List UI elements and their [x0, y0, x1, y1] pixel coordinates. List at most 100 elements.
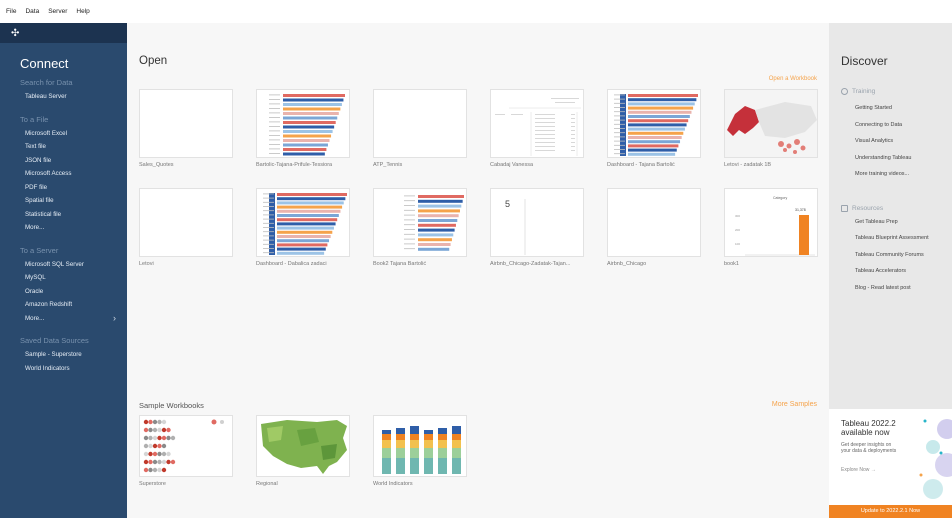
- tableau-logo-icon[interactable]: ✣: [11, 28, 19, 39]
- workbook-thumbnail[interactable]: [607, 89, 701, 158]
- label-mark: [404, 224, 415, 226]
- workbook-card[interactable]: Dashboard - Dabalica zadaci: [256, 188, 350, 267]
- open-workbook-link[interactable]: Open a Workbook: [769, 76, 817, 82]
- workbook-thumbnail[interactable]: [373, 188, 467, 257]
- workbook-thumbnail[interactable]: Category 31,378 300 200 100: [724, 188, 818, 257]
- bar-mark: [418, 228, 455, 232]
- workbook-thumbnail[interactable]: [139, 188, 233, 257]
- label-mark: [404, 200, 415, 202]
- connect-text-file[interactable]: Text file: [25, 140, 127, 154]
- dot-mark: [161, 427, 167, 433]
- workbook-card[interactable]: Bartolic-Tajana-Prifule-Tessiora: [256, 89, 350, 168]
- connect-amazon-redshift[interactable]: Amazon Redshift: [25, 298, 127, 312]
- workbook-card[interactable]: Letovi: [139, 188, 233, 267]
- bar-thumb-tick: 100: [735, 242, 740, 246]
- table-cell-mark: [571, 122, 575, 123]
- bar-mark: [628, 106, 694, 110]
- workbook-card[interactable]: Category 31,378 300 200 100 book1: [724, 188, 818, 267]
- label-mark: [404, 209, 415, 211]
- workbook-thumbnail[interactable]: [490, 89, 584, 158]
- connect-file-more[interactable]: More...: [25, 221, 127, 235]
- workbook-name: Airbnb_Chicago: [607, 261, 647, 267]
- label-mark: [404, 214, 415, 216]
- table-cell-mark: [535, 130, 555, 131]
- connect-statistical-file[interactable]: Statistical file: [25, 208, 127, 222]
- workbook-thumbnail[interactable]: [256, 188, 350, 257]
- sample-thumbnail[interactable]: [373, 415, 467, 477]
- sample-card[interactable]: Regional: [256, 415, 350, 487]
- workbook-card[interactable]: ATP_Tennis: [373, 89, 467, 168]
- promo-explore-link[interactable]: Explore Now →: [841, 467, 876, 473]
- dot-mark: [152, 419, 158, 425]
- connect-spatial-file[interactable]: Spatial file: [25, 194, 127, 208]
- label-mark: [404, 229, 415, 230]
- workbook-card[interactable]: 5 Airbnb_Chicago-Zadatak-Tajan...: [490, 188, 584, 267]
- workbook-card[interactable]: Airbnb_Chicago: [607, 188, 701, 267]
- saved-world-indicators[interactable]: World Indicators: [25, 362, 127, 376]
- workbook-thumbnail[interactable]: [607, 188, 701, 257]
- dot-mark: [161, 459, 167, 465]
- workbook-card[interactable]: Dashboard - Tajana Bartolić: [607, 89, 701, 168]
- label-mark: [614, 153, 625, 155]
- stack-segment-mark: [424, 430, 433, 434]
- workbook-card[interactable]: Cabadaj Vanessa: [490, 89, 584, 168]
- bar-thumb-title: Category: [773, 196, 787, 200]
- resource-community-forums[interactable]: Tableau Community Forums: [855, 247, 952, 264]
- update-now-button[interactable]: Update to 2022.2.1 Now: [829, 505, 952, 518]
- label-mark: [263, 210, 274, 212]
- connect-mysql[interactable]: MySQL: [25, 271, 127, 285]
- workbook-card[interactable]: Book2 Tajana Bartolić: [373, 188, 467, 267]
- workbook-thumbnail[interactable]: [373, 89, 467, 158]
- label-mark: [404, 205, 415, 206]
- table-cell-mark: [571, 146, 575, 147]
- workbook-thumbnail[interactable]: [256, 89, 350, 158]
- sample-thumbnail[interactable]: [256, 415, 350, 477]
- bar-mark: [277, 214, 339, 217]
- resource-get-tableau-prep[interactable]: Get Tableau Prep: [855, 214, 952, 231]
- resource-accelerators[interactable]: Tableau Accelerators: [855, 263, 952, 280]
- connect-server-more[interactable]: More... ›: [25, 312, 127, 326]
- table-cell-mark: [571, 134, 575, 135]
- dot-mark: [143, 435, 149, 441]
- connect-microsoft-excel[interactable]: Microsoft Excel: [25, 127, 127, 141]
- sample-card[interactable]: Superstore: [139, 415, 233, 487]
- sample-card[interactable]: World Indicators: [373, 415, 467, 487]
- stack-segment-mark: [452, 448, 461, 458]
- label-mark: [269, 94, 280, 96]
- resource-blueprint-assessment[interactable]: Tableau Blueprint Assessment: [855, 230, 952, 247]
- workbook-thumbnail[interactable]: [724, 89, 818, 158]
- bar-chart-thumbnail: Category 31,378 300 200 100: [735, 196, 815, 256]
- connect-tableau-server[interactable]: Tableau Server: [25, 90, 127, 104]
- workbook-card[interactable]: Letovi - zadatak 1B: [724, 89, 818, 168]
- training-connecting-to-data[interactable]: Connecting to Data: [855, 117, 952, 134]
- book-icon: [841, 204, 848, 212]
- connect-microsoft-access[interactable]: Microsoft Access: [25, 167, 127, 181]
- menu-server[interactable]: Server: [48, 8, 67, 15]
- training-understanding-tableau[interactable]: Understanding Tableau: [855, 150, 952, 167]
- label-mark: [614, 149, 625, 150]
- saved-sample-superstore[interactable]: Sample - Superstore: [25, 348, 127, 362]
- connect-json-file[interactable]: JSON file: [25, 154, 127, 168]
- connect-sql-server[interactable]: Microsoft SQL Server: [25, 258, 127, 272]
- workbook-thumbnail[interactable]: 5: [490, 188, 584, 257]
- chevron-right-icon: ›: [113, 312, 116, 323]
- bar-mark: [277, 222, 336, 226]
- bar-mark: [283, 148, 327, 151]
- workbook-thumbnail[interactable]: [139, 89, 233, 158]
- workbook-card[interactable]: Sales_Quotes: [139, 89, 233, 168]
- label-mark: [263, 222, 274, 224]
- menu-file[interactable]: File: [6, 8, 16, 15]
- label-mark: [614, 132, 625, 134]
- menu-data[interactable]: Data: [25, 8, 39, 15]
- training-getting-started[interactable]: Getting Started: [855, 100, 952, 117]
- connect-oracle[interactable]: Oracle: [25, 285, 127, 299]
- training-visual-analytics[interactable]: Visual Analytics: [855, 133, 952, 150]
- more-samples-link[interactable]: More Samples: [772, 401, 817, 408]
- menu-help[interactable]: Help: [76, 8, 89, 15]
- connect-pdf-file[interactable]: PDF file: [25, 181, 127, 195]
- sample-thumbnail[interactable]: [139, 415, 233, 477]
- training-more-videos[interactable]: More training videos...: [855, 166, 952, 183]
- resource-blog[interactable]: Blog - Read latest post: [855, 280, 952, 297]
- stack-segment-mark: [438, 458, 447, 474]
- stack-segment-mark: [410, 434, 419, 440]
